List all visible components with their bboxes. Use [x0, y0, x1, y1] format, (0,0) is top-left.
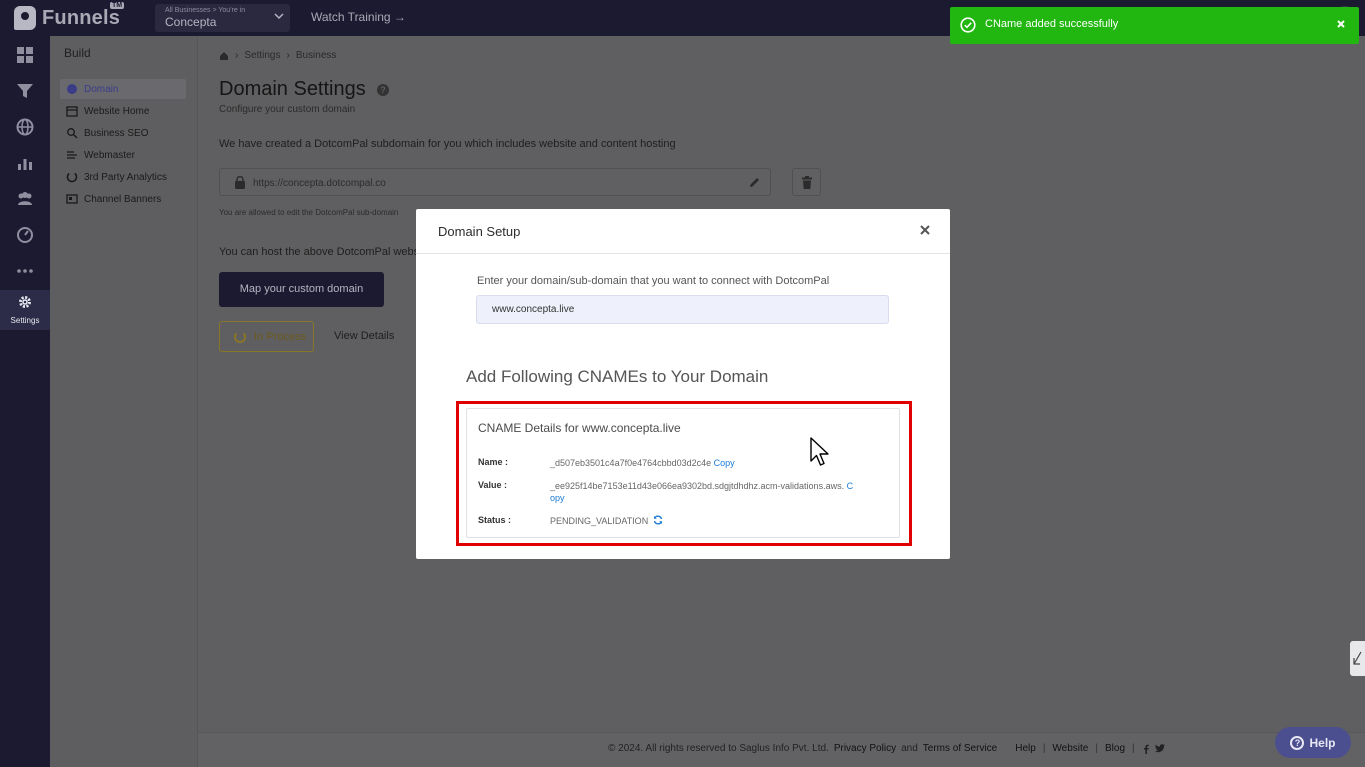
- footer-blog-link[interactable]: Blog: [1105, 743, 1125, 754]
- mouse-cursor-icon: [810, 437, 829, 466]
- users-icon[interactable]: [15, 189, 35, 209]
- build-item-label: Webmaster: [84, 149, 135, 161]
- footer: © 2024. All rights reserved to Saglus In…: [198, 732, 1365, 767]
- globe-icon: [67, 84, 77, 94]
- delete-subdomain-button[interactable]: [792, 168, 821, 196]
- breadcrumb-business[interactable]: Business: [296, 50, 337, 61]
- rail-settings-label: Settings: [10, 316, 40, 325]
- facebook-icon[interactable]: [1142, 744, 1150, 754]
- close-icon[interactable]: [920, 225, 930, 235]
- funnels-logo[interactable]: Funnels: [14, 4, 120, 32]
- build-item-third-party-analytics[interactable]: 3rd Party Analytics: [60, 167, 186, 187]
- footer-and: and: [901, 743, 918, 754]
- globe-icon[interactable]: [15, 117, 35, 137]
- toast-message: CName added successfully: [985, 18, 1119, 30]
- analytics-icon[interactable]: [15, 153, 35, 173]
- host-website-note: You can host the above DotcomPal website: [219, 246, 416, 258]
- side-feedback-tab[interactable]: [1350, 641, 1365, 676]
- help-widget-button[interactable]: ? Help: [1275, 727, 1351, 758]
- icon-rail: Settings: [0, 36, 50, 767]
- domain-input-label: Enter your domain/sub-domain that you wa…: [477, 275, 830, 287]
- check-circle-icon: [960, 17, 976, 33]
- intro-text: We have created a DotcomPal subdomain fo…: [219, 138, 676, 150]
- business-selector[interactable]: All Businesses > You're in Concepta: [155, 4, 290, 32]
- analytics-icon: [66, 171, 78, 183]
- pencil-icon[interactable]: [749, 177, 760, 188]
- webmaster-icon: [67, 151, 77, 159]
- footer-separator: |: [1095, 743, 1098, 754]
- in-process-badge: In Process: [219, 321, 314, 352]
- logo-text: Funnels: [42, 6, 121, 29]
- domain-setup-modal: Domain Setup Enter your domain/sub-domai…: [416, 209, 950, 559]
- gauge-icon[interactable]: [15, 225, 35, 245]
- breadcrumb-separator: ›: [235, 50, 239, 61]
- footer-copyright: © 2024. All rights reserved to Saglus In…: [608, 743, 829, 754]
- modal-header: Domain Setup: [416, 209, 950, 254]
- build-item-label: Domain: [84, 83, 119, 95]
- trash-icon: [802, 176, 812, 189]
- build-item-webmaster[interactable]: Webmaster: [60, 145, 186, 165]
- funnel-icon[interactable]: [15, 81, 35, 101]
- home-icon[interactable]: [219, 51, 229, 61]
- close-icon[interactable]: [1335, 18, 1347, 30]
- logo-mark-icon: [14, 6, 36, 30]
- footer-separator: |: [1042, 743, 1046, 754]
- build-item-label: Business SEO: [84, 127, 149, 139]
- question-icon: ?: [1290, 735, 1305, 750]
- build-item-business-seo[interactable]: Business SEO: [60, 123, 186, 143]
- breadcrumb: › Settings › Business: [219, 50, 336, 61]
- view-details-link[interactable]: View Details: [334, 330, 394, 342]
- edit-subdomain-note: You are allowed to edit the DotcomPal su…: [219, 208, 399, 217]
- domain-input[interactable]: [476, 295, 889, 324]
- build-item-label: Channel Banners: [84, 193, 162, 205]
- in-process-label: In Process: [254, 330, 306, 343]
- lock-icon: [235, 176, 245, 189]
- cname-heading: Add Following CNAMEs to Your Domain: [466, 367, 769, 386]
- build-item-website-home[interactable]: Website Home: [60, 101, 186, 121]
- gear-icon: [19, 296, 31, 308]
- footer-website-link[interactable]: Website: [1052, 743, 1088, 754]
- more-icon[interactable]: [15, 261, 35, 281]
- chevron-down-icon: [274, 13, 284, 20]
- twitter-icon[interactable]: [1154, 744, 1165, 753]
- modal-title: Domain Setup: [438, 224, 521, 239]
- page-subtitle: Configure your custom domain: [219, 104, 356, 115]
- rail-settings[interactable]: Settings: [0, 290, 50, 330]
- logo-trademark: TM: [110, 2, 125, 9]
- privacy-policy-link[interactable]: Privacy Policy: [834, 743, 896, 754]
- subdomain-url-value: https://concepta.dotcompal.co: [253, 178, 386, 189]
- magnify-icon: [67, 128, 78, 139]
- success-toast: CName added successfully: [950, 7, 1359, 44]
- map-custom-domain-button[interactable]: Map your custom domain: [219, 272, 384, 307]
- footer-links: © 2024. All rights reserved to Saglus In…: [608, 743, 1165, 754]
- build-title: Build: [64, 46, 91, 60]
- breadcrumb-settings[interactable]: Settings: [244, 50, 280, 61]
- page-title: Domain Settings: [219, 78, 366, 100]
- business-selector-hint: All Businesses > You're in: [165, 7, 246, 14]
- footer-separator: |: [1132, 743, 1135, 754]
- watch-training-link[interactable]: Watch Training →: [311, 10, 406, 24]
- terms-of-service-link[interactable]: Terms of Service: [923, 743, 997, 754]
- breadcrumb-separator: ›: [286, 50, 290, 61]
- footer-help-link[interactable]: Help: [1015, 743, 1036, 754]
- banner-icon: [66, 194, 78, 204]
- business-selector-value: Concepta: [165, 15, 217, 29]
- highlight-box: [456, 401, 912, 546]
- calendar-icon: [66, 106, 78, 117]
- build-item-channel-banners[interactable]: Channel Banners: [60, 189, 186, 209]
- spinner-icon: [234, 330, 246, 343]
- build-item-label: 3rd Party Analytics: [84, 171, 167, 183]
- build-item-label: Website Home: [84, 105, 150, 117]
- dashboard-icon[interactable]: [15, 45, 35, 65]
- help-circle-icon[interactable]: ?: [377, 84, 389, 96]
- build-panel: Build Domain Website Home Business SEO W…: [50, 36, 198, 767]
- expand-icon: [1353, 651, 1362, 665]
- build-item-domain[interactable]: Domain: [60, 79, 186, 99]
- subdomain-url-field[interactable]: https://concepta.dotcompal.co: [219, 168, 771, 196]
- help-widget-label: Help: [1309, 735, 1336, 750]
